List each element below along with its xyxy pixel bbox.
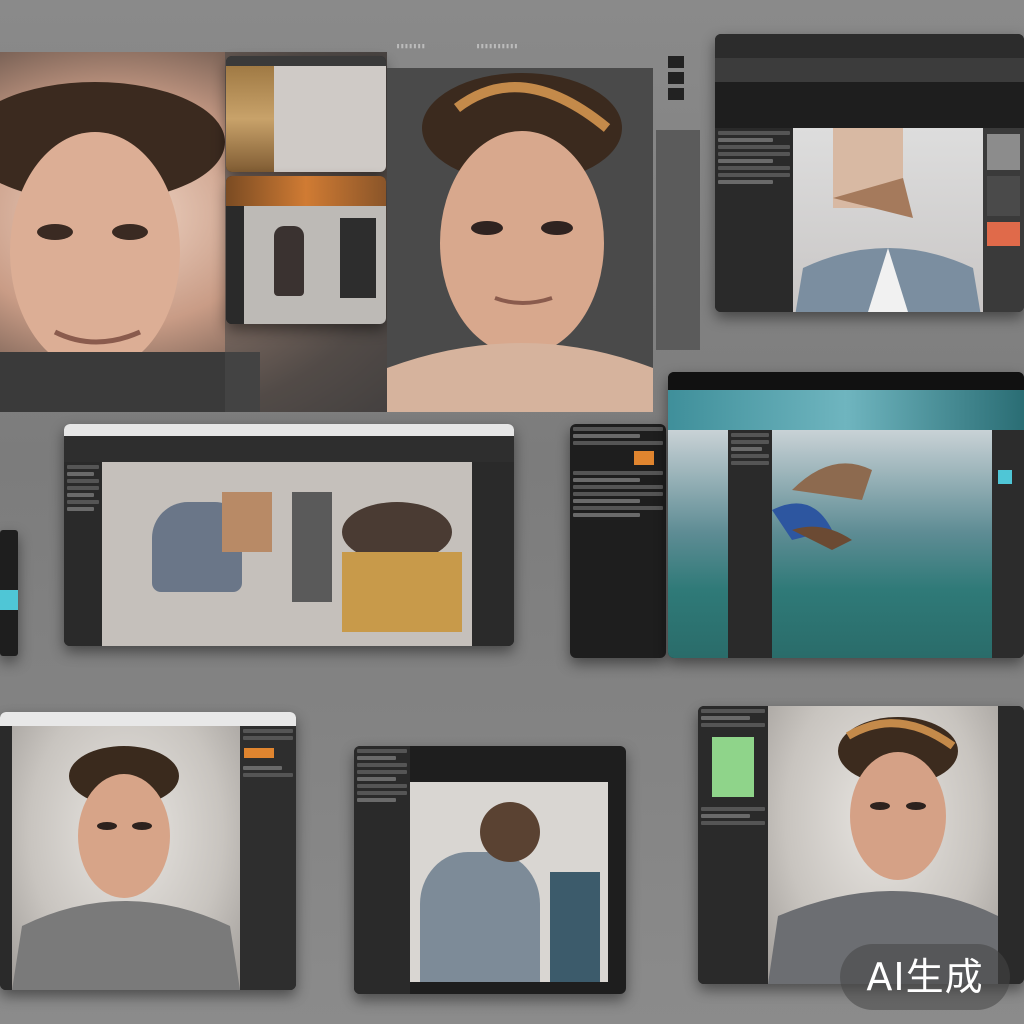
tablet-bottom-middle: [354, 746, 626, 994]
laptop-middle-left: [64, 424, 514, 646]
face-portrait-icon: [387, 73, 653, 412]
ai-generated-badge: AI生成: [840, 944, 1010, 1010]
monitor-middle-right: [668, 372, 1024, 658]
monitor-top-right: [715, 34, 1024, 312]
face-portrait-icon: [795, 128, 981, 312]
top-toolbar-strip: ▮▮▮▮▮▮▮ ▮▮▮▮▮▮▮▮▮▮: [396, 42, 519, 50]
ai-generated-badge-text: AI生成: [866, 955, 984, 999]
abstract-object-icon: [772, 463, 872, 550]
tablet-bottom-right: [698, 706, 1024, 984]
small-screen-middle: [226, 176, 386, 324]
tool-panel-column: [570, 424, 666, 658]
phone-left-edge: [0, 530, 18, 656]
small-screen-top: [226, 56, 386, 172]
vertical-tool-strip: [656, 130, 700, 350]
tiny-icons-column: [668, 52, 688, 132]
tablet-bottom-left: [0, 712, 296, 990]
face-portrait-icon: [12, 746, 240, 990]
face-portrait-icon: [768, 717, 998, 984]
portrait-photo-center: [387, 68, 653, 412]
